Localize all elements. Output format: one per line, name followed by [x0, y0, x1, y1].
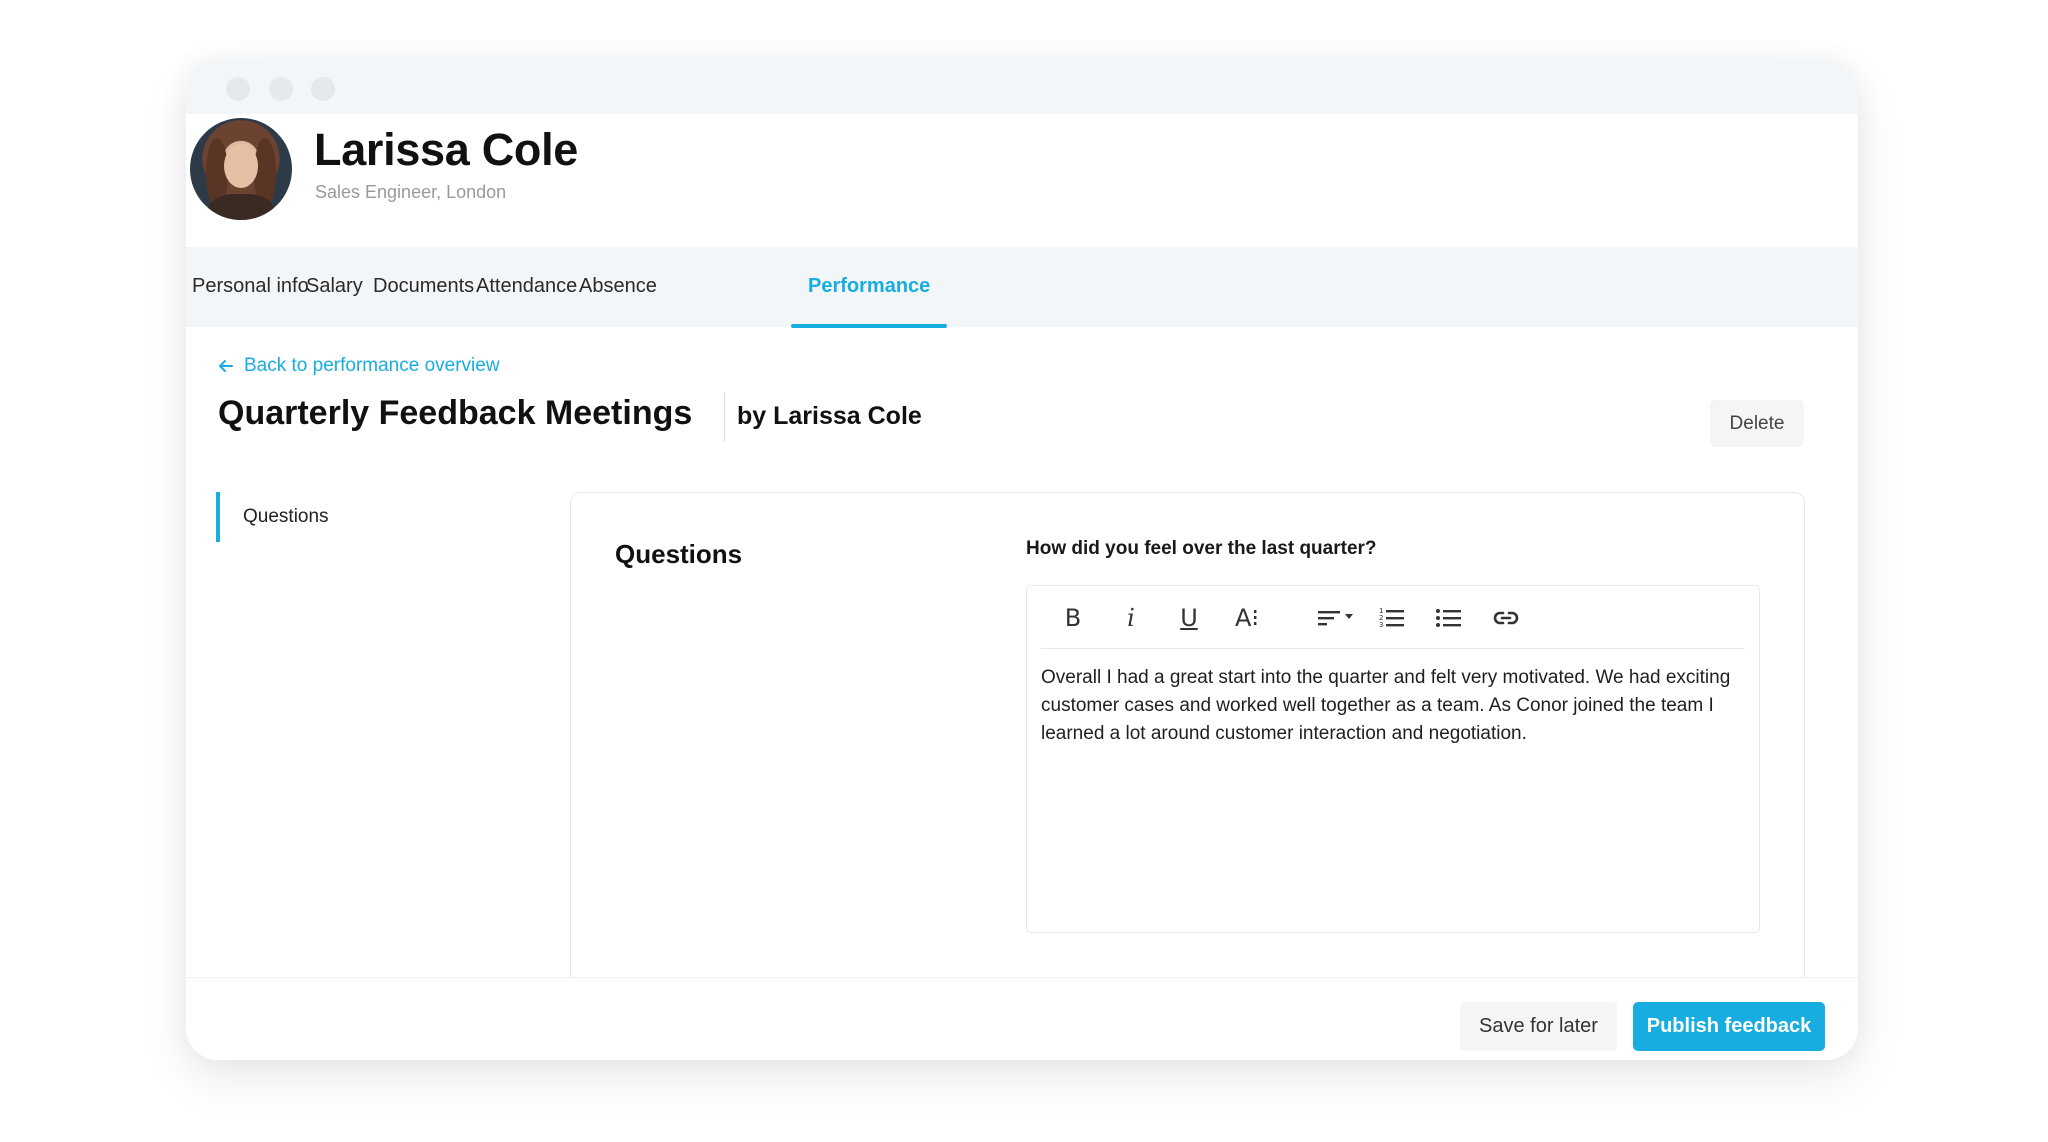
sidebar-item-label: Questions [243, 506, 329, 527]
author-label: by Larissa Cole [737, 402, 922, 430]
save-for-later-button[interactable]: Save for later [1460, 1002, 1617, 1051]
sidebar-item-questions[interactable]: Questions [216, 492, 329, 542]
tab-absence[interactable]: Absence [579, 275, 657, 298]
question-label: How did you feel over the last quarter? [1026, 538, 1377, 559]
window-close-button[interactable] [226, 77, 250, 101]
svg-text:3: 3 [1379, 621, 1383, 629]
window-minimize-button[interactable] [269, 77, 293, 101]
questions-card: Questions How did you feel over the last… [570, 492, 1805, 1060]
font-size-icon[interactable]: A⁝ [1231, 602, 1263, 634]
app-window: Larissa Cole Sales Engineer, London Pers… [186, 60, 1858, 1060]
window-maximize-button[interactable] [311, 77, 335, 101]
active-tab-indicator [791, 324, 947, 328]
tab-personal-info[interactable]: Personal info [192, 275, 309, 298]
bullet-list-icon[interactable] [1433, 602, 1465, 634]
title-divider [724, 392, 725, 442]
rich-text-editor[interactable]: B i U A⁝ 123 Overall I had a great start… [1026, 585, 1760, 933]
arrow-left-icon [219, 360, 233, 372]
underline-icon[interactable]: U [1173, 602, 1205, 634]
avatar [190, 118, 292, 220]
publish-feedback-button[interactable]: Publish feedback [1633, 1002, 1825, 1051]
tab-bar: Personal info Salary Documents Attendanc… [186, 247, 1858, 328]
delete-button[interactable]: Delete [1710, 400, 1804, 447]
editor-toolbar: B i U A⁝ 123 [1041, 586, 1745, 649]
align-icon[interactable] [1316, 602, 1360, 634]
profile-header: Larissa Cole Sales Engineer, London [186, 114, 1858, 247]
profile-name: Larissa Cole [314, 124, 579, 175]
tab-attendance[interactable]: Attendance [476, 275, 577, 298]
ordered-list-icon[interactable]: 123 [1376, 602, 1408, 634]
profile-role: Sales Engineer, London [315, 182, 507, 202]
link-icon[interactable] [1490, 602, 1522, 634]
bold-icon[interactable]: B [1057, 602, 1089, 634]
back-link-label: Back to performance overview [244, 355, 500, 376]
window-titlebar [186, 60, 1858, 114]
back-to-overview-link[interactable]: Back to performance overview [216, 355, 500, 377]
tab-documents[interactable]: Documents [373, 275, 474, 298]
page-title: Quarterly Feedback Meetings [218, 394, 693, 432]
italic-icon[interactable]: i [1115, 602, 1147, 634]
footer-bar: Save for later Publish feedback [186, 977, 1858, 1060]
tab-salary[interactable]: Salary [306, 275, 363, 298]
answer-text[interactable]: Overall I had a great start into the qua… [1041, 664, 1733, 748]
tab-performance[interactable]: Performance [808, 275, 930, 298]
card-heading: Questions [615, 539, 743, 569]
